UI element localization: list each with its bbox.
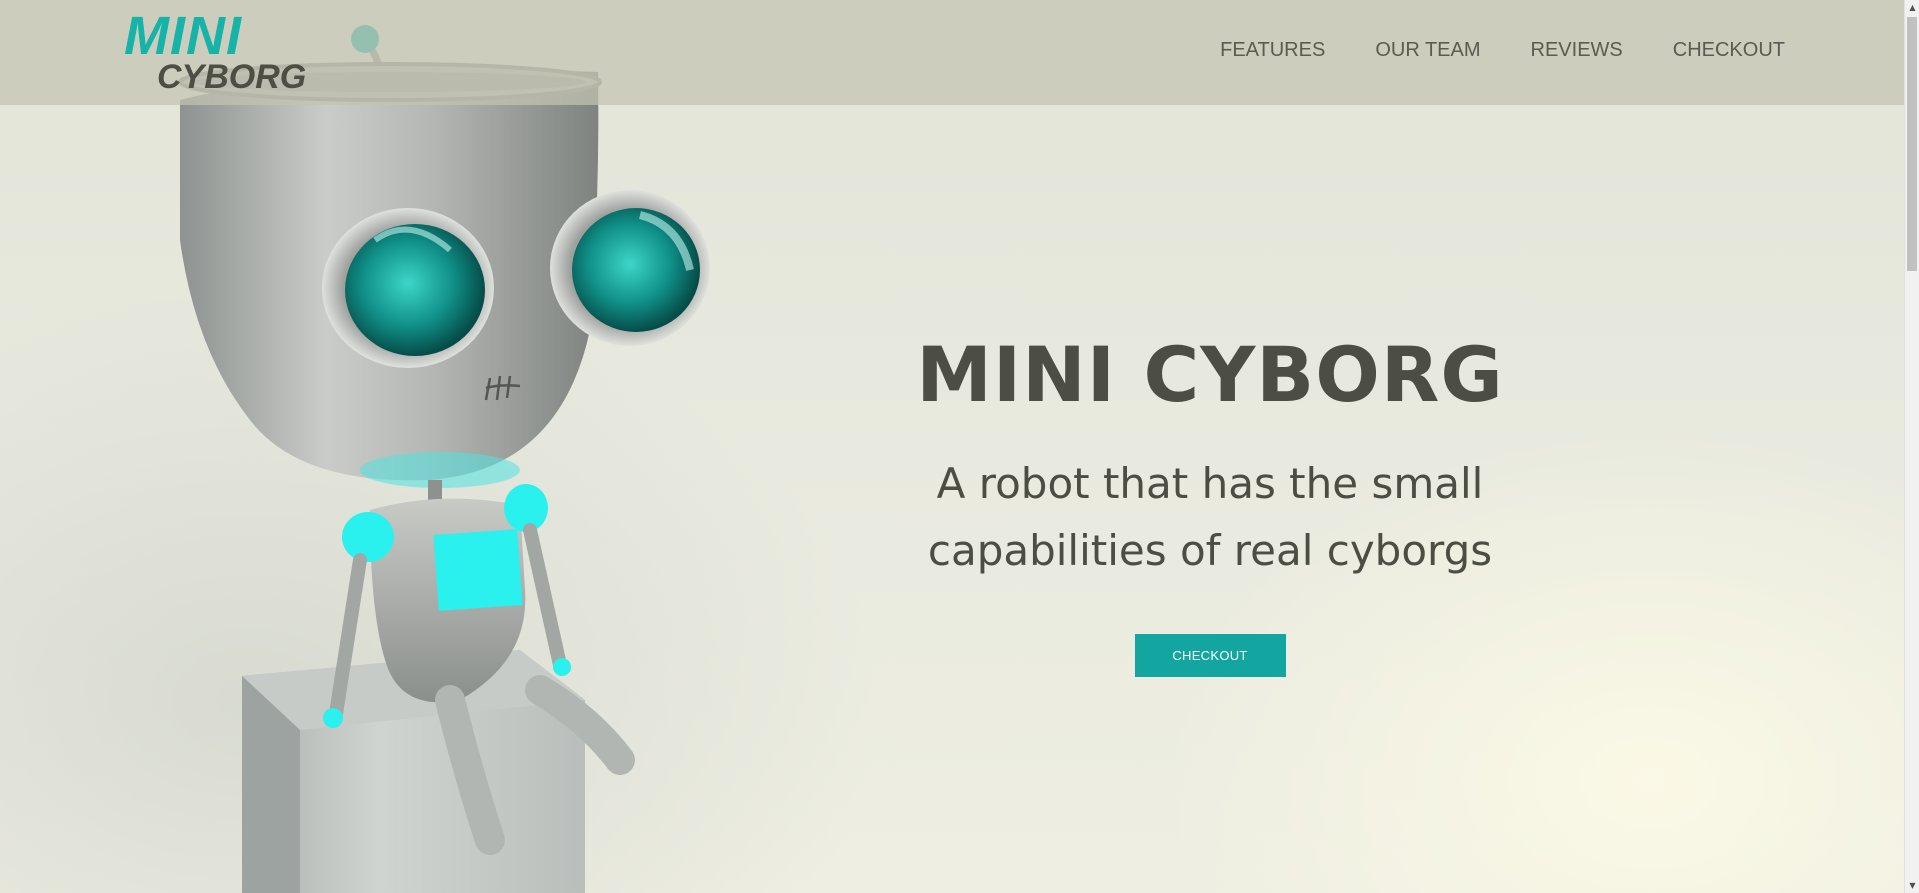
hero-subtitle-line-2: capabilities of real cyborgs [927,526,1493,575]
top-navbar: MINI CYBORG FEATURES OUR TEAM REVIEWS CH… [0,0,1904,105]
logo-cyborg-text: CYBORG [157,58,307,96]
nav-link-our-team[interactable]: OUR TEAM [1375,36,1480,64]
arrow-up-icon[interactable]: ▲ [1905,0,1919,15]
logo-mini-text: MINI [124,6,242,66]
hero-subtitle: A robot that has the small capabilities … [890,450,1530,584]
nav-link-reviews[interactable]: REVIEWS [1531,36,1623,64]
hero-subtitle-line-1: A robot that has the small [936,459,1484,508]
vertical-scrollbar[interactable]: ▲ ▼ [1904,0,1919,893]
scrollbar-thumb[interactable] [1907,17,1917,271]
arrow-down-icon[interactable]: ▼ [1905,878,1919,893]
nav-link-checkout[interactable]: CHECKOUT [1673,36,1785,64]
hero-title: MINI CYBORG [916,330,1504,419]
logo[interactable]: MINI CYBORG [124,6,324,96]
hero-content: MINI CYBORG A robot that has the small c… [890,330,1530,677]
nav-link-features[interactable]: FEATURES [1220,36,1325,64]
checkout-button[interactable]: CHECKOUT [1134,634,1286,677]
main-nav: FEATURES OUR TEAM REVIEWS CHECKOUT [1170,36,1785,64]
robot-illustration [178,25,710,893]
